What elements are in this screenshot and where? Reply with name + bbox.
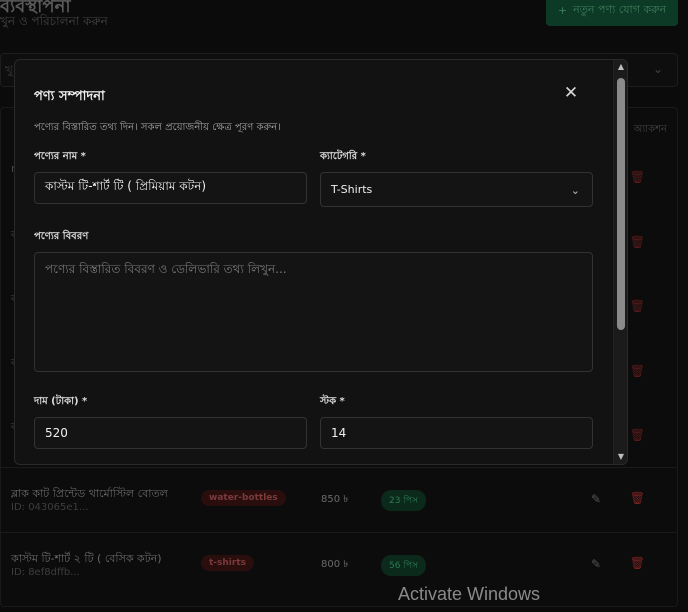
search-text-fragment: খু bbox=[5, 63, 13, 77]
category-value: T-Shirts bbox=[331, 183, 373, 196]
category-badge: water-bottles bbox=[201, 490, 286, 506]
dialog-title: পণ্য সম্পাদনা bbox=[34, 89, 105, 104]
product-id: ID: 043065e1... bbox=[11, 502, 89, 513]
stock-badge: 23 পিস bbox=[381, 490, 426, 511]
product-name-field[interactable]: কাস্টম টি-শার্ট টি ( প্রিমিয়াম কটন) bbox=[34, 172, 307, 204]
action-column-header: অ্যাকশন bbox=[633, 124, 667, 135]
description-label: পণ্যের বিবরণ bbox=[34, 231, 89, 242]
product-description-textarea[interactable] bbox=[34, 252, 593, 372]
close-icon[interactable]: ✕ bbox=[562, 84, 580, 102]
windows-activation-watermark: Activate Windows bbox=[398, 584, 541, 604]
pencil-icon[interactable]: ✎ bbox=[591, 557, 601, 571]
trash-icon[interactable]: 🗑 bbox=[630, 299, 645, 313]
product-price: 850 ৳ bbox=[321, 494, 349, 505]
trash-icon[interactable]: 🗑 bbox=[630, 428, 645, 442]
stock-label: স্টক * bbox=[320, 396, 345, 407]
product-price: 800 ৳ bbox=[321, 559, 349, 570]
plus-icon: + bbox=[557, 3, 568, 17]
stock-value: 14 bbox=[331, 426, 347, 440]
price-value: 520 bbox=[45, 426, 68, 440]
dialog-scrollbar[interactable]: ▲ ▼ bbox=[613, 60, 627, 464]
scrollbar-thumb[interactable] bbox=[617, 78, 625, 330]
trash-icon[interactable]: 🗑 bbox=[630, 170, 645, 184]
trash-icon[interactable]: 🗑 bbox=[630, 235, 645, 249]
add-product-button[interactable]: + নতুন পণ্য যোগ করুন bbox=[546, 0, 678, 26]
price-field[interactable]: 520 bbox=[34, 417, 307, 449]
table-row: কাস্টম টি-শার্ট ২ টি ( বেসিক কটন) ID: 8e… bbox=[1, 532, 677, 596]
scroll-down-arrow-icon[interactable]: ▼ bbox=[616, 452, 626, 462]
category-label: ক্যাটেগরি * bbox=[320, 151, 366, 162]
stock-field[interactable]: 14 bbox=[320, 417, 593, 449]
product-name-value: কাস্টম টি-শার্ট টি ( প্রিমিয়াম কটন) bbox=[45, 179, 207, 193]
price-label: দাম (টাকা) * bbox=[34, 396, 88, 407]
dialog-description: পণ্যের বিস্তারিত তথ্য দিন। সকল প্রয়োজনী… bbox=[34, 122, 281, 133]
category-badge: t-shirts bbox=[201, 555, 254, 571]
chevron-down-icon: ⌄ bbox=[570, 184, 580, 197]
trash-icon[interactable]: 🗑 bbox=[630, 556, 645, 570]
scroll-up-arrow-icon[interactable]: ▲ bbox=[616, 62, 626, 72]
add-product-label: নতুন পণ্য যোগ করুন bbox=[573, 2, 667, 16]
pencil-icon[interactable]: ✎ bbox=[591, 492, 601, 506]
trash-icon[interactable]: 🗑 bbox=[630, 364, 645, 378]
trash-icon[interactable]: 🗑 bbox=[630, 491, 645, 505]
stock-badge: 56 পিস bbox=[381, 555, 426, 576]
table-row: ব্লাক কাট প্রিন্টেড থার্মোস্টিল বোতল ID:… bbox=[1, 467, 677, 531]
chevron-down-icon: ⌄ bbox=[652, 62, 663, 76]
category-select[interactable]: T-Shirts ⌄ bbox=[320, 172, 593, 207]
name-label: পণ্যের নাম * bbox=[34, 151, 86, 162]
edit-product-dialog: পণ্য সম্পাদনা ✕ পণ্যের বিস্তারিত তথ্য দি… bbox=[14, 59, 628, 465]
page-subtitle: খুন ও পরিচালনা করুন bbox=[0, 14, 108, 28]
product-id: ID: 8ef8dffb... bbox=[11, 567, 80, 578]
